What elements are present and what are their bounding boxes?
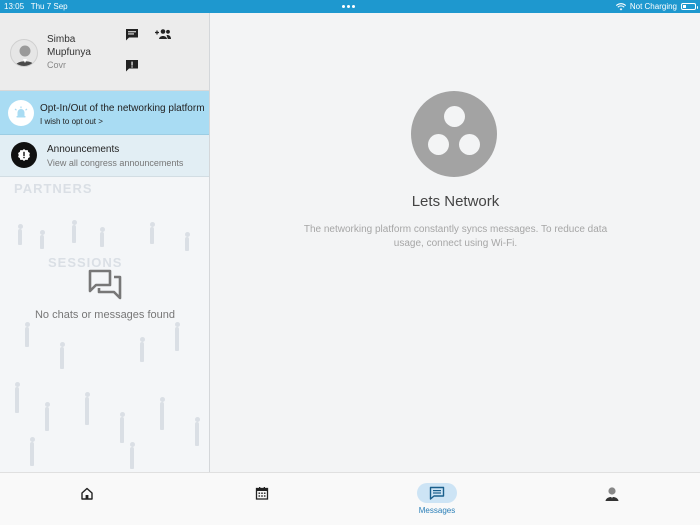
network-title: Lets Network	[411, 193, 500, 210]
background-crowd-image: PARTNERS SESSIONS No chats or messages f…	[0, 177, 209, 472]
announcements-subtitle: View all congress announcements	[47, 158, 184, 168]
announcement-icon	[11, 142, 37, 168]
announcements-title: Announcements	[47, 144, 120, 155]
profile-organization: Covr	[47, 60, 67, 70]
tab-messages-label: Messages	[418, 506, 456, 515]
sidebar: Simba Mupfunya Covr Opt-In/Out of the ne…	[0, 13, 210, 472]
bg-word-partners: PARTNERS	[14, 181, 93, 196]
tab-bar: Messages	[0, 472, 700, 525]
new-chat-icon	[126, 28, 138, 40]
avatar[interactable]	[10, 39, 38, 67]
profile-last-name: Mupfunya	[47, 47, 91, 58]
charging-status: Not Charging	[629, 2, 677, 11]
alert-bell-icon	[14, 106, 28, 118]
opt-in-banner[interactable]: Opt-In/Out of the networking platform I …	[0, 91, 209, 135]
tab-home[interactable]	[67, 483, 107, 517]
home-icon	[81, 487, 93, 500]
opt-in-subtitle[interactable]: I wish to opt out >	[40, 117, 103, 126]
messages-icon	[429, 486, 445, 500]
status-right: Not Charging	[615, 0, 698, 13]
opt-in-title: Opt-In/Out of the networking platform	[40, 103, 205, 114]
opt-in-icon-wrap	[8, 100, 34, 126]
tab-messages[interactable]: Messages	[417, 483, 457, 517]
announcements-item[interactable]: Announcements View all congress announce…	[0, 135, 209, 177]
wifi-icon	[615, 2, 626, 10]
profile-icon	[605, 486, 619, 501]
tab-profile[interactable]	[592, 483, 632, 517]
network-description: The networking platform constantly syncs…	[303, 224, 608, 249]
main-panel: Lets Network The networking platform con…	[211, 13, 700, 472]
report-button[interactable]	[124, 57, 140, 73]
report-icon	[126, 59, 138, 71]
profile-first-name: Simba	[47, 34, 76, 45]
alert-badge-icon	[18, 149, 30, 161]
calendar-icon	[255, 487, 269, 500]
user-avatar-icon	[14, 45, 36, 66]
chat-bubbles-icon	[88, 267, 122, 301]
status-time: 13:05 Thu 7 Sep	[4, 2, 68, 11]
multitask-dots[interactable]	[342, 5, 355, 8]
profile-header: Simba Mupfunya Covr	[0, 13, 209, 91]
new-chat-button[interactable]	[124, 26, 140, 42]
status-bar: 13:05 Thu 7 Sep Not Charging	[0, 0, 700, 13]
empty-chats-text: No chats or messages found	[34, 309, 176, 321]
add-person-icon	[155, 29, 171, 39]
battery-icon	[681, 3, 698, 10]
add-person-button[interactable]	[154, 26, 172, 42]
network-logo-icon	[411, 91, 497, 177]
tab-calendar[interactable]	[242, 483, 282, 517]
